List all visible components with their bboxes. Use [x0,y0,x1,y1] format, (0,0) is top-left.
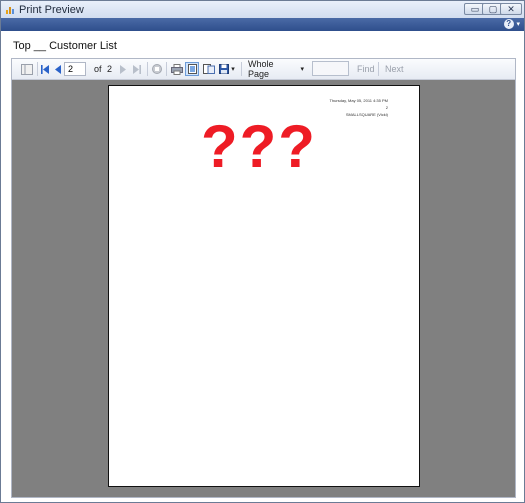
chevron-down-icon: ▾ [231,66,235,73]
chevron-down-icon: ▾ [300,66,304,73]
page-setup-button[interactable] [202,62,215,76]
export-button[interactable] [218,62,230,76]
toolbar-separator [166,62,167,76]
first-page-button[interactable] [40,62,50,76]
print-preview-window: Print Preview ▭ ▢ ✕ ? ▾ Top __ Customer … [0,0,525,503]
document-map-icon [21,63,33,75]
title-bar: Print Preview ▭ ▢ ✕ [1,1,524,18]
stop-icon [152,64,162,74]
last-page-icon [133,64,141,74]
close-icon: ✕ [507,3,515,14]
of-label: of [94,64,102,74]
question-marks-overlay: ??? [201,113,317,180]
zoom-select[interactable]: Whole Page ▾ [248,59,304,79]
find-next-button[interactable]: Next [385,64,404,74]
print-button[interactable] [170,62,183,76]
first-page-icon [41,64,49,74]
viewer-toolbar: of 2 [12,59,515,80]
toolbar-separator [378,62,379,76]
print-layout-icon [187,64,197,74]
find-button[interactable]: Find [357,64,375,74]
toolbar-separator [37,62,38,76]
save-icon [219,64,229,74]
chevron-down-icon: ▾ [516,21,520,28]
report-page: Thursday, May 05, 2011 4:35 PM 2 SMALLSQ… [108,85,420,487]
current-page-input[interactable] [64,62,86,76]
find-input[interactable] [312,61,349,76]
header-company: SMALLSQUARE (Vicki) [345,112,388,117]
help-button[interactable]: ? ▾ [503,18,520,29]
print-layout-button[interactable] [185,62,199,76]
next-page-button[interactable] [118,62,128,76]
header-date: Thursday, May 05, 2011 4:35 PM [329,98,388,103]
window-title: Print Preview [19,4,84,16]
content-area: Top __ Customer List 2 of 2 ▾ Whole Page… [1,31,524,502]
close-button[interactable]: ✕ [500,3,522,15]
minimize-icon: ▭ [470,3,480,14]
stop-button[interactable] [151,62,163,76]
chart-app-icon [6,7,14,14]
export-dropdown-button[interactable]: ▾ [230,62,236,76]
next-page-icon [120,64,126,74]
header-page-number: 2 [385,105,388,110]
toolbar-separator [147,62,148,76]
maximize-icon: ▢ [488,3,498,14]
report-title: Top __ Customer List [13,40,117,52]
page-setup-icon [202,64,215,74]
report-viewer: of 2 [11,58,516,498]
total-pages: 2 [107,64,113,74]
ribbon-bar: ? ▾ [1,18,524,31]
toolbar-separator [241,62,242,76]
last-page-button[interactable] [132,62,142,76]
help-icon: ? [503,19,514,29]
previous-page-button[interactable] [53,62,63,76]
document-map-button[interactable] [20,62,34,76]
printer-icon [170,63,183,75]
zoom-value: Whole Page [248,59,274,79]
previous-page-icon [55,64,61,74]
